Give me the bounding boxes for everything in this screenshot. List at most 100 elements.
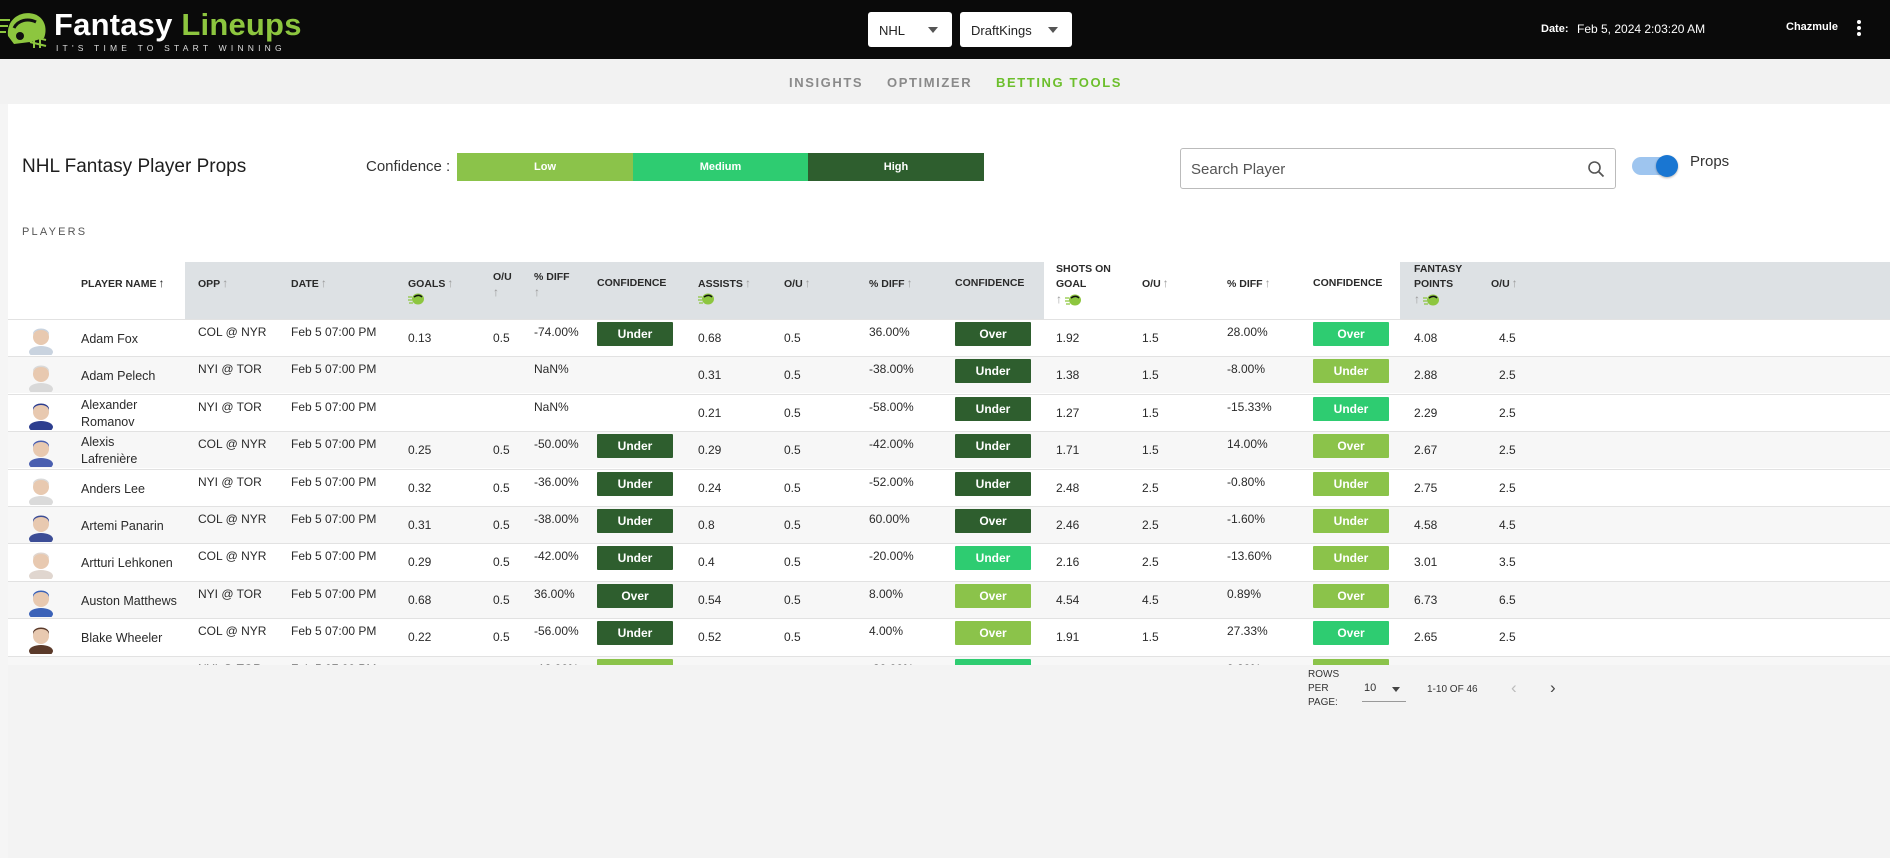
search-input[interactable] — [1191, 158, 1571, 180]
prev-page-icon[interactable]: ‹ — [1511, 678, 1517, 698]
confidence-legend-label: Confidence : — [366, 158, 451, 175]
hockey-ball-icon — [698, 293, 714, 305]
header-fantasy-ou-label-0: O/U — [1491, 278, 1510, 290]
table-row[interactable]: Alexis Lafrenière COL @ NYR Feb 5 07:00 PM… — [8, 431, 1890, 469]
header-goals-confidence-label-0: CONFIDENCE — [597, 277, 667, 289]
header-shots-on-goal[interactable]: SHOTS ON GOAL ↑ — [1056, 262, 1111, 308]
player-avatar — [29, 515, 53, 542]
table-row[interactable]: Adam Fox COL @ NYR Feb 5 07:00 PM 0.13 0.5 -7… — [8, 319, 1890, 356]
goals-ou-cell: 0.5 — [493, 331, 510, 345]
shots-confidence-badge: Over — [1313, 583, 1389, 608]
header-goals[interactable]: GOALS ↑ — [408, 276, 453, 307]
date-cell: Feb 5 07:00 PM — [291, 586, 377, 601]
opp-cell: NYI @ TOR — [198, 399, 262, 414]
fantasy-lineups-logo[interactable]: Fantasy Lineups IT'S TIME TO START WINNI… — [0, 2, 302, 56]
sort-arrow-icon: ↑ — [1056, 292, 1062, 306]
props-card: NHL Fantasy Player Props Confidence : Lo… — [8, 104, 1890, 858]
assists-confidence-badge: Over — [955, 509, 1031, 533]
sort-arrow-icon: ↑ — [1511, 276, 1518, 290]
header-goals-diff[interactable]: % DIFF ↑ — [534, 270, 570, 301]
shots-confidence-badge: Under — [1313, 359, 1389, 384]
opp-cell: NYI @ TOR — [198, 362, 262, 377]
shots-cell: 2.48 — [1056, 480, 1080, 495]
header-player-name-label-0: PLAYER NAME — [81, 278, 157, 290]
table-row[interactable]: Artemi Panarin COL @ NYR Feb 5 07:00 PM 0.3… — [8, 506, 1890, 543]
props-toggle[interactable] — [1632, 154, 1678, 177]
header-opp[interactable]: OPP ↑ — [198, 276, 228, 292]
site-select[interactable]: DraftKings — [960, 12, 1072, 47]
shots-confidence-badge: Under — [1313, 509, 1389, 533]
shots-cell: 1.91 — [1056, 630, 1080, 645]
rows-per-page-value: 10 — [1364, 682, 1377, 694]
fantasy-ou-cell: 2.5 — [1499, 443, 1516, 458]
next-page-icon[interactable]: › — [1550, 678, 1556, 698]
confidence-legend-medium: Medium — [633, 153, 808, 181]
goals-confidence-badge: Under — [597, 509, 673, 533]
header-fantasy-ou[interactable]: O/U ↑ — [1491, 276, 1518, 292]
table-row[interactable]: Adam Pelech NYI @ TOR Feb 5 07:00 PM NaN% 0.… — [8, 356, 1890, 394]
player-name[interactable]: Artturi Lehkonen — [81, 555, 173, 572]
assists-ou-cell: 0.5 — [784, 331, 801, 345]
opp-cell: COL @ NYR — [198, 624, 267, 639]
header-assists-confidence-label-0: CONFIDENCE — [955, 277, 1025, 289]
header-assists-confidence[interactable]: CONFIDENCE — [955, 276, 1024, 291]
confidence-legend-low: Low — [457, 153, 633, 181]
player-name[interactable]: Alexander Romanov — [81, 397, 171, 431]
header-date-label-0: DATE — [291, 278, 319, 290]
goals-confidence-badge: Under — [597, 546, 673, 571]
shots-diff-cell: -8.00% — [1227, 362, 1266, 377]
shots-diff-cell: -1.60% — [1227, 512, 1266, 526]
logo-title: Fantasy Lineups — [54, 7, 302, 42]
table-row[interactable]: Artturi Lehkonen COL @ NYR Feb 5 07:00 PM 0… — [8, 543, 1890, 580]
header-player-name[interactable]: PLAYER NAME ↑ — [81, 276, 164, 292]
player-name[interactable]: Alexis Lafrenière — [81, 434, 171, 468]
assists-diff-cell: 4.00% — [869, 624, 904, 639]
header-assists-diff-label-0: % DIFF — [869, 278, 905, 290]
header-fantasy-points[interactable]: FANTASY POINTS ↑ — [1414, 262, 1462, 308]
assists-confidence-badge: Under — [955, 396, 1031, 421]
more-vert-icon[interactable] — [1856, 20, 1862, 38]
player-name[interactable]: Anders Lee — [81, 481, 145, 498]
tab-insights[interactable]: INSIGHTS — [789, 75, 863, 90]
goals-diff-cell: NaN% — [534, 399, 569, 414]
player-name[interactable]: Adam Pelech — [81, 368, 155, 385]
fantasy-points-cell: 2.88 — [1414, 368, 1438, 383]
fantasy-points-cell: 4.58 — [1414, 518, 1438, 532]
date-value: Feb 5, 2024 2:03:20 AM — [1577, 22, 1706, 36]
shots-ou-cell: 1.5 — [1142, 331, 1159, 345]
page-range: 1-10 OF 46 — [1427, 684, 1478, 695]
header-goals-confidence[interactable]: CONFIDENCE — [597, 276, 666, 291]
page-title: NHL Fantasy Player Props — [22, 156, 247, 177]
main-nav: INSIGHTS OPTIMIZER BETTING TOOLS — [0, 59, 1890, 104]
player-name[interactable]: Auston Matthews — [81, 593, 177, 610]
shots-ou-cell: 1.5 — [1142, 405, 1159, 420]
table-row[interactable]: Auston Matthews NYI @ TOR Feb 5 07:00 PM 0.… — [8, 580, 1890, 618]
league-select-value: NHL — [879, 23, 906, 38]
sort-arrow-icon: ↑ — [158, 276, 165, 290]
tab-optimizer[interactable]: OPTIMIZER — [887, 75, 972, 90]
header-assists[interactable]: ASSISTS ↑ — [698, 276, 751, 307]
table-row[interactable]: Anders Lee NYI @ TOR Feb 5 07:00 PM 0.32 0.5… — [8, 468, 1890, 506]
league-select[interactable]: NHL — [868, 12, 952, 47]
header-shots-diff[interactable]: % DIFF ↑ — [1227, 276, 1271, 292]
player-name[interactable]: Blake Wheeler — [81, 630, 162, 647]
player-name[interactable]: Adam Fox — [81, 331, 138, 348]
player-name[interactable]: Artemi Panarin — [81, 518, 164, 535]
header-assists-diff[interactable]: % DIFF ↑ — [869, 276, 913, 292]
search-icon[interactable] — [1587, 160, 1605, 178]
goals-confidence-badge: Over — [597, 583, 673, 608]
header-goals-diff-label-0: % DIFF — [534, 271, 570, 283]
header-goals-ou[interactable]: O/U ↑ — [493, 270, 512, 301]
user-name[interactable]: Chazmule — [1786, 21, 1838, 33]
header-assists-ou[interactable]: O/U ↑ — [784, 276, 811, 292]
player-avatar — [29, 552, 53, 580]
table-row[interactable]: Blake Wheeler COL @ NYR Feb 5 07:00 PM 0.22… — [8, 618, 1890, 655]
table-row[interactable]: Alexander Romanov NYI @ TOR Feb 5 07:00 PM… — [8, 393, 1890, 431]
header-shots-ou[interactable]: O/U ↑ — [1142, 276, 1169, 292]
goals-confidence-badge: Under — [597, 322, 673, 346]
shots-confidence-badge: Over — [1313, 621, 1389, 646]
tab-betting-tools[interactable]: BETTING TOOLS — [996, 75, 1122, 90]
header-shots-confidence[interactable]: CONFIDENCE — [1313, 276, 1382, 291]
header-date[interactable]: DATE ↑ — [291, 276, 327, 292]
rows-per-page-select[interactable]: 10 — [1362, 682, 1406, 702]
